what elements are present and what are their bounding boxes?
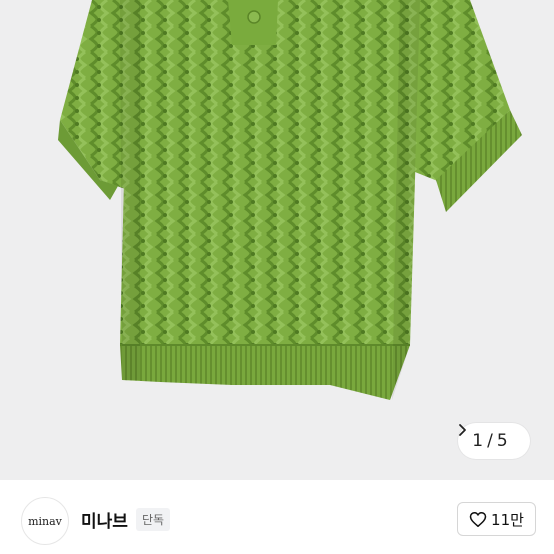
like-button[interactable]: 11만 <box>457 502 536 536</box>
heart-outline-icon <box>469 511 487 528</box>
gallery-page-indicator[interactable]: 1 / 5 <box>458 423 530 459</box>
like-count: 11만 <box>491 510 524 529</box>
seller-name[interactable]: 미나브 <box>81 507 128 532</box>
gallery-total-count: 5 <box>496 431 508 451</box>
gallery-current-index: 1 <box>472 431 484 451</box>
seller-avatar[interactable]: minav <box>21 497 69 545</box>
gallery-separator: / <box>487 431 493 451</box>
exclusive-badge-label: 단독 <box>142 513 165 527</box>
product-image[interactable]: 1 / 5 <box>0 0 554 480</box>
exclusive-badge: 단독 <box>136 508 171 531</box>
product-photo <box>58 0 522 400</box>
seller-avatar-text: minav <box>28 514 62 528</box>
